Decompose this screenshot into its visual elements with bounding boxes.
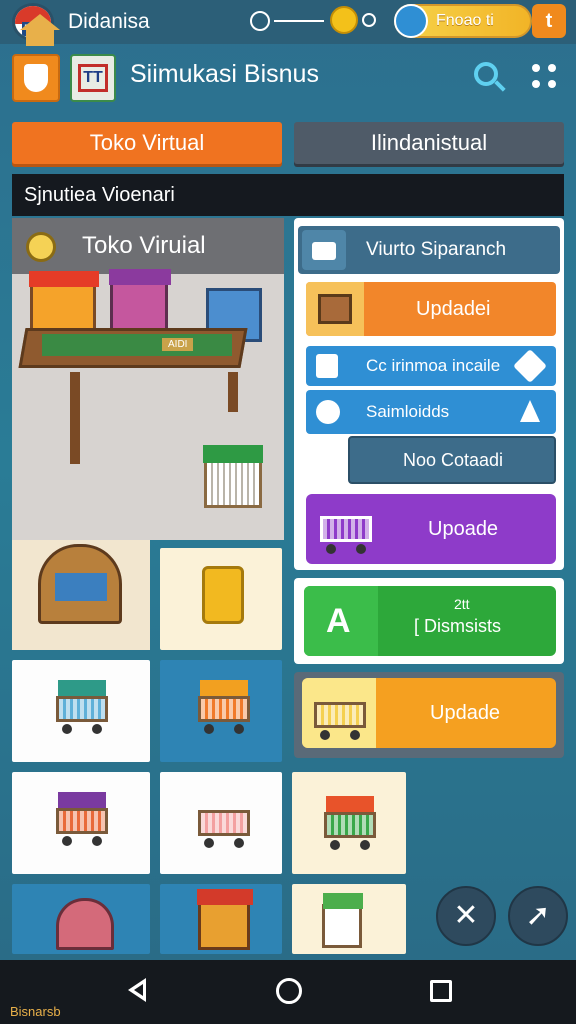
update-label: Upoade xyxy=(428,518,499,540)
virtual-search-row[interactable]: Viurto Siparanch xyxy=(298,226,560,274)
list-item[interactable]: Cc irinmoa incaile xyxy=(306,346,556,386)
update-label: Updade xyxy=(430,702,501,724)
list-item-label: Saimloidds xyxy=(366,402,450,421)
page-title: Siimukasi Bisnus xyxy=(130,60,319,88)
arrow-up-icon xyxy=(520,400,540,422)
desk-top xyxy=(42,334,232,356)
no-content-button[interactable]: Noo Cotaadi xyxy=(348,436,556,484)
shopping-cart-icon xyxy=(52,680,112,734)
app-name: Didanisa xyxy=(68,10,150,33)
sun-icon xyxy=(330,6,358,34)
profile-pill[interactable]: Fnoao ti xyxy=(394,4,532,38)
cart-icon-wrap xyxy=(302,678,376,748)
search-icon[interactable] xyxy=(470,60,506,96)
profile-name: Fnoao ti xyxy=(436,12,494,29)
product-tile[interactable] xyxy=(160,548,282,650)
shopping-cart-icon xyxy=(52,792,112,846)
dismiss-label: [ Dismsists xyxy=(414,616,501,636)
profile-action-button[interactable]: t xyxy=(532,4,566,38)
status-icons xyxy=(250,6,380,35)
desk-leg xyxy=(228,372,238,412)
scene-title: Toko Viruial xyxy=(82,232,206,259)
dismiss-button[interactable]: A 2tt [ Dismsists xyxy=(304,586,556,656)
tab-toko-virtual[interactable]: Toko Virtual xyxy=(12,122,282,164)
briefcase-icon xyxy=(302,230,346,270)
bell-icon xyxy=(316,400,340,424)
product-tile[interactable] xyxy=(160,884,282,954)
desk-sign: AIDI xyxy=(162,338,194,351)
product-tile[interactable] xyxy=(12,772,150,874)
store-scene[interactable]: Toko Viruial AIDI xyxy=(12,218,284,540)
tab-second[interactable]: Ilindanistual xyxy=(294,122,564,164)
product-tile[interactable] xyxy=(12,660,150,762)
list-item[interactable]: Saimloidds xyxy=(306,390,556,434)
network-icon xyxy=(250,11,270,31)
avatar xyxy=(394,4,428,38)
back-icon-inner xyxy=(134,984,143,996)
list-item-label: Cc irinmoa incaile xyxy=(366,356,501,375)
signal-line-icon xyxy=(274,20,324,22)
section-title: Sjnutiea Vioenari xyxy=(12,174,564,216)
coin-icon xyxy=(26,232,56,262)
no-content-label: Noo Cotaadi xyxy=(402,450,504,470)
product-tile[interactable] xyxy=(292,772,406,874)
product-tile[interactable] xyxy=(160,772,282,874)
clipboard-icon xyxy=(316,354,338,378)
kiosk-tile[interactable] xyxy=(12,540,150,650)
product-tile[interactable] xyxy=(292,884,406,954)
diamond-icon xyxy=(513,349,547,383)
shopping-cart-icon xyxy=(194,680,254,734)
product-tile[interactable] xyxy=(12,884,150,954)
bag-icon xyxy=(202,566,244,624)
update-label: Updadei xyxy=(416,298,491,320)
kiosk-icon xyxy=(38,544,122,624)
search-row-label: Viurto Siparanch xyxy=(366,239,507,260)
shopping-cart-icon xyxy=(194,800,254,848)
brand-logo-icon: TT xyxy=(70,54,116,102)
update-button[interactable]: Upoade xyxy=(306,494,556,564)
shop-building-icon xyxy=(56,898,114,950)
update-button[interactable]: Updadei xyxy=(306,282,556,336)
next-button[interactable]: ➚ xyxy=(508,886,568,946)
update-button[interactable]: Updade xyxy=(302,678,556,748)
more-menu-icon[interactable] xyxy=(530,62,560,92)
dismiss-small-label: 2tt xyxy=(454,596,470,612)
box-icon xyxy=(306,282,364,336)
recent-apps-icon[interactable] xyxy=(430,980,452,1002)
cart-box-icon xyxy=(322,893,363,948)
home-label: Bisnarsb xyxy=(10,1004,61,1019)
shopping-cart-icon xyxy=(320,796,380,850)
close-button[interactable]: ✕ xyxy=(436,886,496,946)
shopping-cart-icon xyxy=(310,692,370,740)
header: TT Siimukasi Bisnus xyxy=(0,48,576,106)
shield-logo-icon xyxy=(12,54,60,102)
home-circle-icon[interactable] xyxy=(276,978,302,1004)
desk-leg xyxy=(70,372,80,464)
shopping-cart-icon[interactable] xyxy=(203,445,263,508)
letter-a-icon: A xyxy=(304,586,378,656)
cart-box-icon xyxy=(197,889,253,950)
dot-icon xyxy=(362,13,376,27)
product-tile[interactable] xyxy=(160,660,282,762)
home-icon[interactable] xyxy=(16,8,64,60)
scene-header: Toko Viruial xyxy=(12,218,284,274)
shopping-cart-icon xyxy=(316,506,376,554)
